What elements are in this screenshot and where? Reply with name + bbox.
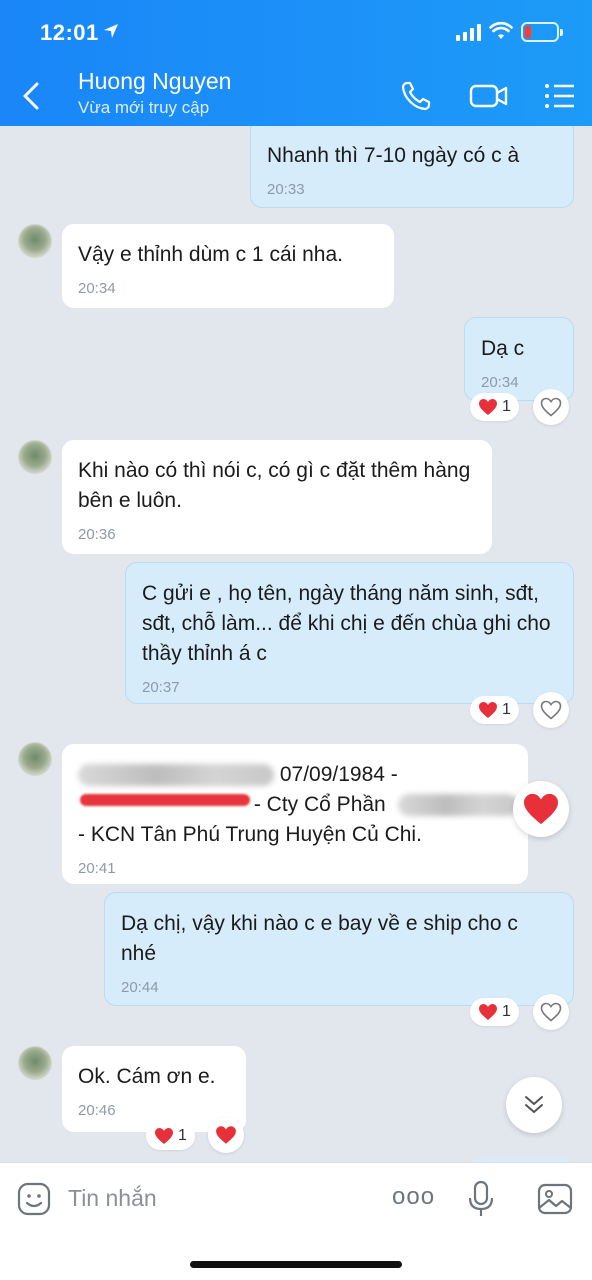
heart-icon (479, 702, 497, 718)
battery-icon (521, 22, 563, 42)
back-arrow-icon[interactable] (16, 78, 48, 114)
reaction-summary[interactable]: 1 (470, 696, 519, 724)
message-bubble-outgoing[interactable]: Nhanh thì 7-10 ngày có c à 20:33 (250, 126, 574, 208)
heart-icon (216, 1126, 236, 1144)
message-text: - KCN Tân Phú Trung Huyện Củ Chi. (78, 823, 422, 846)
heart-icon (479, 1004, 497, 1020)
message-text: Nhanh thì 7-10 ngày có c à (267, 144, 520, 167)
message-time: 20:46 (78, 1102, 116, 1119)
react-button[interactable] (513, 781, 569, 837)
message-list[interactable]: Nhanh thì 7-10 ngày có c à 20:33 Vậy e t… (0, 126, 592, 1162)
message-bubble-incoming[interactable]: Khi nào có thì nói c, có gì c đặt thêm h… (62, 440, 492, 554)
message-time: 20:36 (78, 526, 116, 543)
message-bubble-outgoing[interactable]: Dạ c 20:34 (464, 317, 574, 401)
menu-icon[interactable] (542, 78, 576, 114)
react-button[interactable] (208, 1117, 244, 1153)
redacted-name (78, 764, 274, 787)
reaction-count: 1 (502, 1003, 511, 1020)
message-bubble-outgoing[interactable]: Dạ chị, vậy khi nào c e bay về e ship ch… (104, 892, 574, 1006)
message-bubble-incoming[interactable]: 07/09/1984 - - Cty Cổ Phần - KCN Tân Phú… (62, 744, 528, 884)
heart-icon (155, 1128, 173, 1144)
scroll-to-bottom-button[interactable] (506, 1077, 562, 1133)
message-line: 07/09/1984 - (78, 760, 512, 790)
message-time: 20:33 (267, 181, 305, 198)
heart-outline-icon (540, 700, 562, 720)
message-time: 20:44 (121, 979, 159, 996)
avatar[interactable] (18, 224, 52, 258)
image-gallery-icon[interactable] (536, 1181, 574, 1217)
message-text: Dạ c (481, 337, 525, 360)
message-input[interactable]: Tin nhắn (68, 1185, 157, 1212)
location-arrow-icon (104, 24, 118, 38)
emoji-sticker-icon[interactable] (16, 1181, 52, 1217)
status-time: 12:01 (40, 20, 99, 45)
wifi-icon (489, 21, 513, 39)
microphone-icon[interactable] (466, 1179, 496, 1219)
contact-name[interactable]: Huong Nguyen (78, 68, 231, 95)
phone-icon[interactable] (398, 78, 434, 114)
reaction-count: 1 (178, 1127, 187, 1144)
more-options-icon[interactable]: ooo (392, 1183, 435, 1211)
reaction-count: 1 (502, 398, 511, 415)
cellular-signal-icon (456, 24, 481, 41)
avatar[interactable] (18, 742, 52, 776)
home-indicator (190, 1261, 402, 1268)
message-text: Khi nào có thì nói c, có gì c đặt thêm h… (78, 459, 471, 512)
chat-header: 12:01 Huong Nguyen Vừa mới truy cập (0, 0, 592, 126)
heart-icon (479, 399, 497, 415)
heart-outline-icon (540, 397, 562, 417)
message-time: 20:34 (78, 280, 116, 297)
message-line: - Cty Cổ Phần (78, 790, 518, 820)
chevron-double-down-icon (525, 1096, 543, 1113)
heart-icon (524, 793, 558, 825)
video-call-icon[interactable] (468, 78, 510, 114)
message-text: 07/09/1984 - (279, 763, 398, 786)
message-bubble-outgoing[interactable]: C gửi e , họ tên, ngày tháng năm sinh, s… (125, 562, 574, 704)
message-text: Dạ chị, vậy khi nào c e bay về e ship ch… (121, 912, 518, 965)
heart-outline-icon (540, 1002, 562, 1022)
redacted-company (397, 794, 518, 817)
message-text: C gửi e , họ tên, ngày tháng năm sinh, s… (142, 582, 551, 665)
avatar[interactable] (18, 440, 52, 474)
react-button[interactable] (533, 994, 569, 1030)
react-button[interactable] (533, 692, 569, 728)
message-text: Ok. Cám ơn e. (78, 1065, 216, 1088)
message-text: - Cty Cổ Phần (253, 793, 386, 816)
message-time: 20:37 (142, 679, 180, 696)
react-button[interactable] (533, 389, 569, 425)
reaction-summary[interactable]: 1 (470, 393, 519, 421)
reaction-summary[interactable]: 1 (146, 1122, 195, 1150)
message-text: Vậy e thỉnh dùm c 1 cái nha. (78, 243, 343, 266)
contact-status: Vừa mới truy cập (78, 98, 210, 117)
reaction-count: 1 (502, 701, 511, 718)
reaction-summary[interactable]: 1 (470, 998, 519, 1026)
redacted-scribble (80, 794, 250, 806)
message-time: 20:41 (78, 860, 116, 877)
avatar[interactable] (18, 1046, 52, 1080)
message-bubble-incoming[interactable]: Vậy e thỉnh dùm c 1 cái nha. 20:34 (62, 224, 394, 308)
status-bar: 12:01 (0, 0, 592, 62)
